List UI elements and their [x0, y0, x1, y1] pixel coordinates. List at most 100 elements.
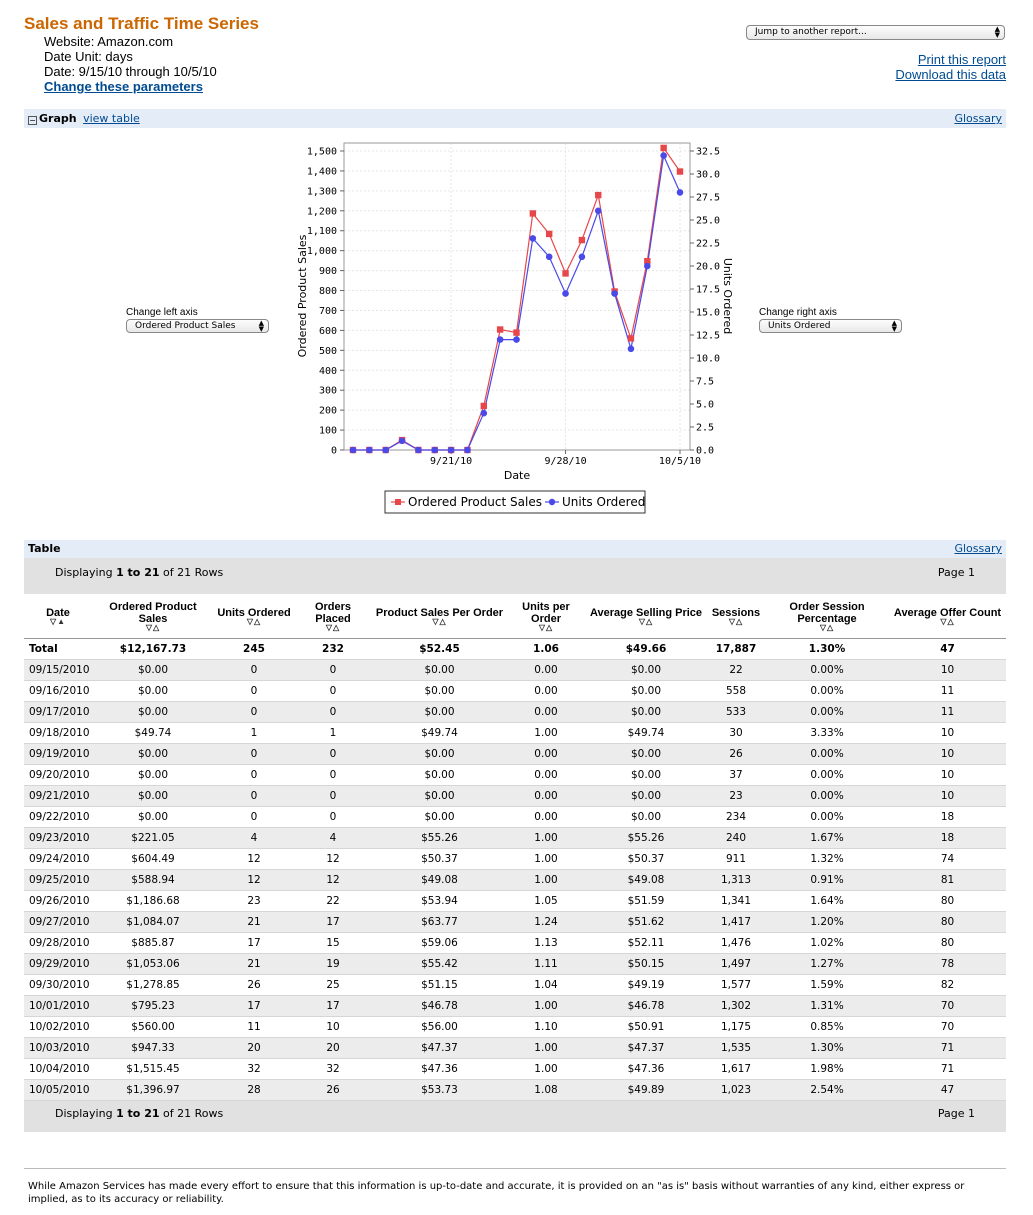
table-cell: 1,313 — [707, 869, 765, 891]
y-axis-title: Ordered Product Sales — [296, 234, 309, 357]
column-header[interactable]: Date ▽▲ — [24, 594, 92, 639]
table-cell: $0.00 — [92, 680, 214, 702]
sort-arrows-icon[interactable]: ▽△ — [509, 623, 583, 631]
column-header[interactable]: Units Ordered ▽△ — [214, 594, 294, 639]
table-cell: 22 — [294, 890, 372, 912]
table-cell: 240 — [707, 827, 765, 849]
table-cell: 0 — [294, 680, 372, 702]
y-tick-label: 500 — [319, 346, 337, 357]
data-point — [529, 210, 537, 217]
sales-traffic-chart: 0 100 200 300 400 500 600 700 800 900 1,000 1,100 1,… — [296, 142, 734, 514]
column-header[interactable]: Sessions ▽△ — [707, 594, 765, 639]
table-cell: 10/01/2010 — [24, 995, 92, 1017]
table-cell: 0 — [214, 680, 294, 702]
date-range-label: Date: 9/15/10 through 10/5/10 — [44, 64, 217, 79]
table-cell: 1.00 — [507, 869, 585, 891]
table-cell: $50.37 — [372, 848, 507, 870]
table-cell: $51.62 — [585, 911, 707, 933]
data-point — [529, 235, 537, 242]
table-cell: 1.20% — [765, 911, 889, 933]
column-header[interactable]: Orders Placed ▽△ — [294, 594, 372, 639]
download-data-link[interactable]: Download this data — [895, 67, 1006, 82]
column-header[interactable]: Product Sales Per Order ▽△ — [372, 594, 507, 639]
table-row: 09/18/2010 $49.74 1 1 $49.74 1.00 $49.74 30 3.33… — [24, 722, 1006, 744]
sort-arrows-icon[interactable]: ▽△ — [767, 623, 887, 631]
x-tick-label: 9/21/10 — [430, 456, 472, 467]
table-cell: 10 — [889, 764, 1006, 786]
table-cell: 2.54% — [765, 1079, 889, 1101]
column-header[interactable]: Ordered Product Sales ▽△ — [92, 594, 214, 639]
data-point — [382, 446, 389, 454]
print-report-link[interactable]: Print this report — [918, 52, 1006, 67]
table-cell: 0 — [294, 701, 372, 723]
y-tick-label: 1,500 — [307, 147, 337, 158]
data-point — [415, 446, 422, 454]
x-tick-label: 10/5/10 — [659, 456, 701, 467]
table-cell: 12 — [294, 869, 372, 891]
table-cell: 0.00 — [507, 743, 585, 765]
table-cell: 78 — [889, 953, 1006, 975]
right-axis-select[interactable]: Units Ordered ▲ ▼ — [759, 319, 902, 333]
table-cell: 1.30% — [765, 1037, 889, 1059]
table-cell: 23 — [214, 890, 294, 912]
column-header[interactable]: Order Session Percentage ▽△ — [765, 594, 889, 639]
table-cell: 0.00% — [765, 764, 889, 786]
graph-glossary-link[interactable]: Glossary — [954, 109, 1002, 128]
sort-arrows-icon[interactable]: ▽△ — [709, 617, 763, 625]
table-row: 09/19/2010 $0.00 0 0 $0.00 0.00 $0.00 26 0.00% 10 — [24, 743, 1006, 765]
column-header-label: Orders Placed — [314, 600, 352, 625]
table-cell: 80 — [889, 932, 1006, 954]
table-cell: 1.00 — [507, 1058, 585, 1080]
y-tick-label: 200 — [319, 406, 337, 417]
view-table-link[interactable]: view table — [83, 112, 140, 125]
table-cell: 1,175 — [707, 1016, 765, 1038]
table-row: 09/26/2010 $1,186.68 23 22 $53.94 1.05 $51.59 1… — [24, 890, 1006, 912]
table-cell: 74 — [889, 848, 1006, 870]
date-unit-label: Date Unit: days — [44, 49, 133, 64]
data-point — [611, 290, 618, 297]
table-cell: 0 — [214, 701, 294, 723]
table-row: 09/25/2010 $588.94 12 12 $49.08 1.00 $49.08 1,3… — [24, 869, 1006, 891]
right-axis-value: Units Ordered — [768, 321, 831, 331]
table-row: 09/23/2010 $221.05 4 4 $55.26 1.00 $55.26 240 1.… — [24, 827, 1006, 849]
column-header[interactable]: Average Offer Count ▽△ — [889, 594, 1006, 639]
table-cell: $63.77 — [372, 911, 507, 933]
table-cell: $0.00 — [92, 659, 214, 681]
table-cell: $795.23 — [92, 995, 214, 1017]
table-cell: 1.08 — [507, 1079, 585, 1101]
data-point — [660, 144, 667, 152]
table-cell: 1.10 — [507, 1016, 585, 1038]
collapse-toggle-icon[interactable]: − — [28, 116, 37, 125]
table-glossary-link[interactable]: Glossary — [954, 540, 1002, 558]
table-cell: 1.64% — [765, 890, 889, 912]
column-header[interactable]: Units per Order ▽△ — [507, 594, 585, 639]
select-arrows-icon: ▲ ▼ — [994, 25, 1000, 39]
column-header[interactable]: Average Selling Price ▽△ — [585, 594, 707, 639]
jump-report-select[interactable]: Jump to another report... ▲ ▼ — [746, 25, 1005, 40]
select-arrows-icon: ▲ ▼ — [258, 319, 264, 333]
table-cell: 17,887 — [707, 638, 765, 660]
y-tick-label: 400 — [319, 366, 337, 377]
table-cell: $0.00 — [585, 806, 707, 828]
displaying-range: 1 to 21 — [116, 566, 160, 579]
y2-tick-label: 17.5 — [696, 285, 720, 296]
y-tick-label: 1,400 — [307, 166, 337, 177]
table-row: 09/30/2010 $1,278.85 26 25 $51.15 1.04 $49.19 1… — [24, 974, 1006, 996]
sort-arrows-icon[interactable]: ▽△ — [296, 623, 370, 631]
table-cell: 1,497 — [707, 953, 765, 975]
y-tick-label: 1,300 — [307, 186, 337, 197]
sort-arrows-icon[interactable]: ▽△ — [216, 617, 292, 625]
sort-arrows-icon[interactable]: ▽△ — [374, 617, 505, 625]
table-cell: 09/18/2010 — [24, 722, 92, 744]
left-axis-select[interactable]: Ordered Product Sales ▲ ▼ — [126, 319, 269, 333]
sort-arrows-icon[interactable]: ▽△ — [587, 617, 705, 625]
table-cell: $0.00 — [372, 701, 507, 723]
sort-arrows-icon[interactable]: ▽△ — [891, 617, 1004, 625]
y2-axis-title: Units Ordered — [721, 258, 734, 334]
sort-arrows-icon[interactable]: ▽△ — [94, 623, 212, 631]
sort-arrows-icon[interactable]: ▽▲ — [26, 617, 90, 625]
y2-tick-label: 22.5 — [696, 239, 720, 250]
jump-report-value: Jump to another report... — [755, 27, 867, 37]
change-parameters-link[interactable]: Change these parameters — [44, 79, 259, 95]
table-row: 10/05/2010 $1,396.97 28 26 $53.73 1.08 $49.89 1… — [24, 1079, 1006, 1101]
